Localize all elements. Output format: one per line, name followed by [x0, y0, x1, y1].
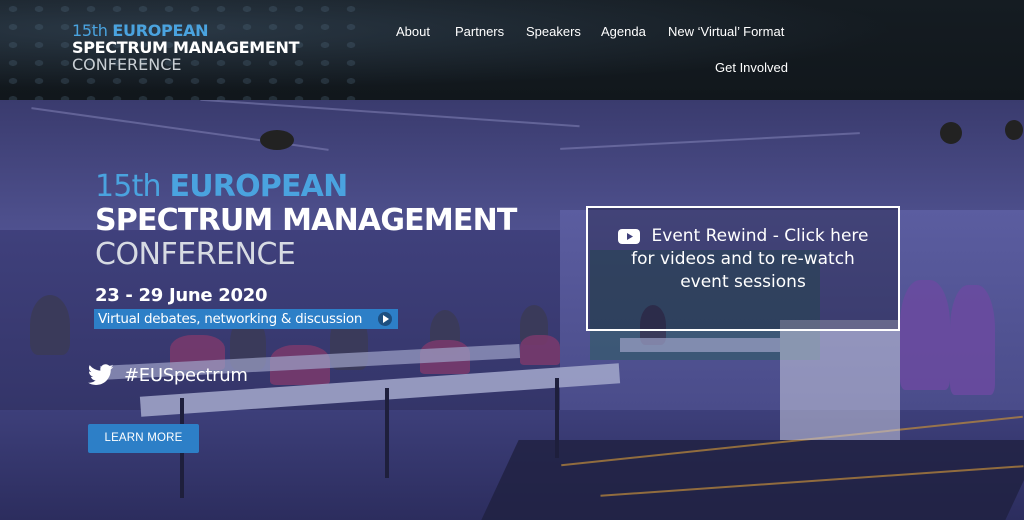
rewind-line-1: Event Rewind - Click here: [588, 225, 898, 248]
nav-get-involved[interactable]: Get Involved: [715, 60, 788, 75]
hero-title-line-2: SPECTRUM MANAGEMENT: [95, 203, 517, 238]
audience-chair: [950, 285, 995, 395]
ceiling-light: [260, 130, 294, 150]
rewind-text-1: Event Rewind - Click here: [651, 226, 869, 246]
hero-title: 15th EUROPEAN SPECTRUM MANAGEMENT CONFER…: [95, 170, 517, 272]
audience-person: [30, 295, 70, 355]
nav-partners[interactable]: Partners: [455, 24, 504, 39]
youtube-icon: [617, 229, 640, 244]
twitter-hashtag[interactable]: #EUSpectrum: [88, 363, 248, 387]
conference-lectern: [780, 320, 900, 440]
event-tagline: Virtual debates, networking & discussion: [94, 309, 398, 329]
nav-virtual-format[interactable]: New ‘Virtual’ Format: [668, 24, 784, 39]
nav-speakers[interactable]: Speakers: [526, 24, 581, 39]
conference-desk: [620, 338, 780, 352]
learn-more-button[interactable]: LEARN MORE: [88, 424, 199, 453]
desk-leg: [555, 378, 559, 458]
hero-floor-stage: [481, 440, 1024, 520]
main-nav: About Partners Speakers Agenda New ‘Virt…: [364, 24, 1024, 84]
hero-banner: 15th EUROPEAN SPECTRUM MANAGEMENT CONFER…: [0, 100, 1024, 520]
hero-title-line-3: CONFERENCE: [95, 237, 296, 272]
hashtag-text: #EUSpectrum: [124, 364, 248, 386]
audience-chair: [520, 335, 560, 365]
ceiling-light: [1005, 120, 1023, 140]
logo-line-3: CONFERENCE: [72, 55, 182, 74]
event-dates: 23 - 29 June 2020: [95, 285, 268, 306]
hero-title-bold: EUROPEAN: [169, 169, 349, 204]
audience-chair: [900, 280, 950, 390]
nav-about[interactable]: About: [396, 24, 430, 39]
logo-line-1: 15th EUROPEAN: [72, 22, 299, 39]
ceiling-light: [940, 122, 962, 144]
twitter-icon: [88, 364, 114, 385]
site-logo[interactable]: 15th EUROPEAN SPECTRUM MANAGEMENT CONFER…: [72, 22, 300, 74]
rewind-line-2: for videos and to re-watch: [631, 249, 855, 269]
rewind-line-3: event sessions: [680, 272, 806, 292]
logo-line-2: SPECTRUM MANAGEMENT: [72, 38, 300, 57]
hero-title-prefix: 15th: [95, 169, 162, 204]
site-header: 15th EUROPEAN SPECTRUM MANAGEMENT CONFER…: [0, 0, 1024, 100]
nav-agenda[interactable]: Agenda: [601, 24, 646, 39]
tagline-text: Virtual debates, networking & discussion: [98, 311, 363, 327]
desk-leg: [385, 388, 389, 478]
play-icon: [378, 312, 392, 326]
hero-title-line-1: 15th EUROPEAN: [95, 170, 517, 204]
event-rewind-box[interactable]: Event Rewind - Click here for videos and…: [586, 206, 900, 331]
